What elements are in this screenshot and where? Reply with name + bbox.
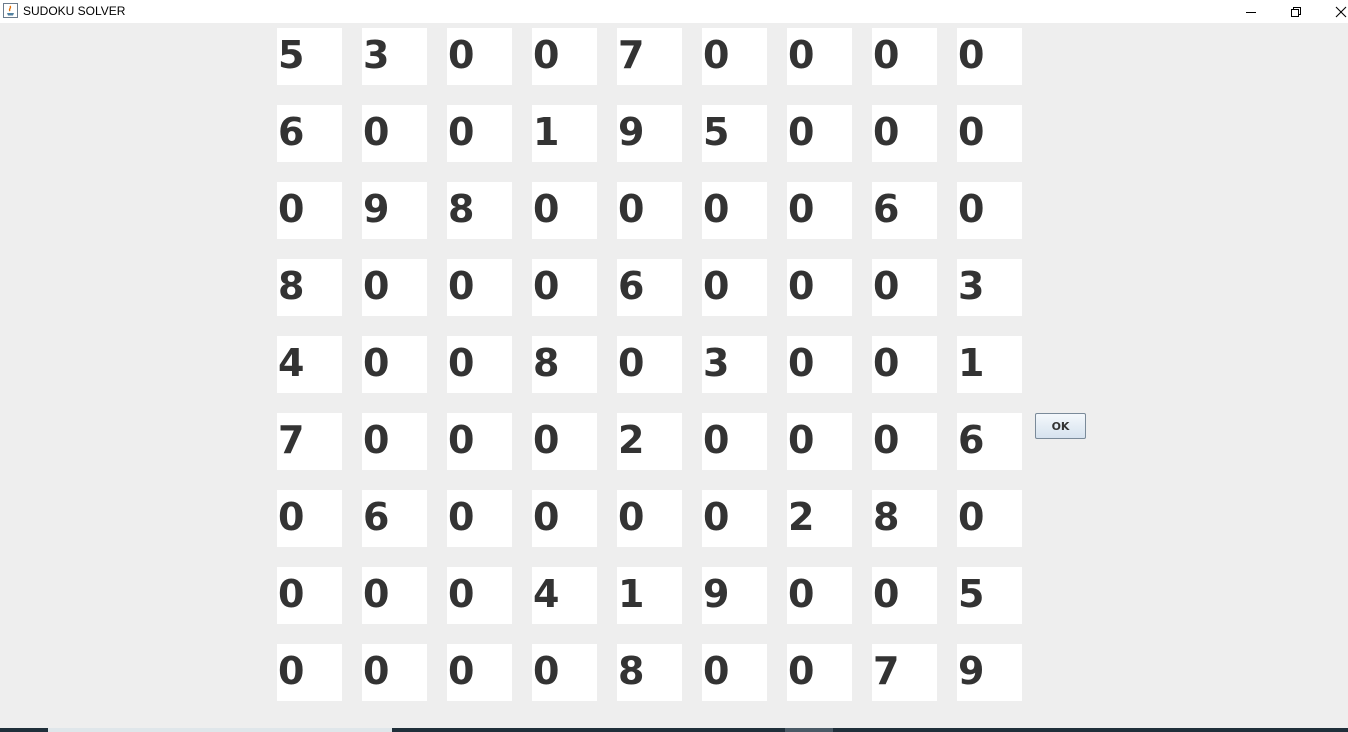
sudoku-cell-r2-c5[interactable]: 9	[617, 105, 682, 162]
sudoku-cell-r8-c3[interactable]: 0	[447, 567, 512, 624]
sudoku-cell-r4-c2[interactable]: 0	[362, 259, 427, 316]
sudoku-cell-r1-c3[interactable]: 0	[447, 28, 512, 85]
sudoku-cell-r5-c1[interactable]: 4	[277, 336, 342, 393]
sudoku-cell-r8-c9[interactable]: 5	[957, 567, 1022, 624]
sudoku-cell-r2-c3[interactable]: 0	[447, 105, 512, 162]
sudoku-cell-r7-c4[interactable]: 0	[532, 490, 597, 547]
sudoku-cell-r8-c8[interactable]: 0	[872, 567, 937, 624]
sudoku-cell-r9-c7[interactable]: 0	[787, 644, 852, 701]
sudoku-cell-r5-c3[interactable]: 0	[447, 336, 512, 393]
sudoku-cell-r8-c7[interactable]: 0	[787, 567, 852, 624]
sudoku-cell-r1-c4[interactable]: 0	[532, 28, 597, 85]
sudoku-cell-r7-c2[interactable]: 6	[362, 490, 427, 547]
sudoku-cell-r7-c9[interactable]: 0	[957, 490, 1022, 547]
restore-button[interactable]	[1273, 0, 1318, 23]
sudoku-cell-r2-c9[interactable]: 0	[957, 105, 1022, 162]
sudoku-cell-r6-c2[interactable]: 0	[362, 413, 427, 470]
sudoku-cell-r1-c5[interactable]: 7	[617, 28, 682, 85]
sudoku-cell-r7-c7[interactable]: 2	[787, 490, 852, 547]
sudoku-cell-r6-c3[interactable]: 0	[447, 413, 512, 470]
sudoku-cell-r3-c8[interactable]: 6	[872, 182, 937, 239]
sudoku-cell-r8-c5[interactable]: 1	[617, 567, 682, 624]
sudoku-cell-r3-c7[interactable]: 0	[787, 182, 852, 239]
sudoku-cell-r9-c5[interactable]: 8	[617, 644, 682, 701]
sudoku-cell-r5-c9[interactable]: 1	[957, 336, 1022, 393]
restore-icon	[1290, 6, 1301, 17]
sudoku-cell-r4-c1[interactable]: 8	[277, 259, 342, 316]
sudoku-cell-r3-c3[interactable]: 8	[447, 182, 512, 239]
java-app-icon	[3, 3, 18, 18]
sudoku-cell-r5-c5[interactable]: 0	[617, 336, 682, 393]
sudoku-cell-r3-c4[interactable]: 0	[532, 182, 597, 239]
sudoku-cell-r4-c5[interactable]: 6	[617, 259, 682, 316]
sudoku-cell-r3-c2[interactable]: 9	[362, 182, 427, 239]
taskbar-active-app[interactable]	[785, 728, 833, 732]
sudoku-cell-r5-c8[interactable]: 0	[872, 336, 937, 393]
sudoku-cell-r4-c7[interactable]: 0	[787, 259, 852, 316]
sudoku-cell-r4-c4[interactable]: 0	[532, 259, 597, 316]
sudoku-cell-r7-c3[interactable]: 0	[447, 490, 512, 547]
sudoku-cell-r9-c4[interactable]: 0	[532, 644, 597, 701]
sudoku-cell-r2-c8[interactable]: 0	[872, 105, 937, 162]
sudoku-cell-r6-c4[interactable]: 0	[532, 413, 597, 470]
window-title: SUDOKU SOLVER	[23, 4, 126, 18]
sudoku-cell-r4-c9[interactable]: 3	[957, 259, 1022, 316]
sudoku-cell-r1-c6[interactable]: 0	[702, 28, 767, 85]
minimize-button[interactable]	[1228, 0, 1273, 23]
sudoku-cell-r1-c2[interactable]: 3	[362, 28, 427, 85]
sudoku-cell-r5-c4[interactable]: 8	[532, 336, 597, 393]
sudoku-cell-r7-c1[interactable]: 0	[277, 490, 342, 547]
close-icon	[1335, 6, 1346, 17]
sudoku-cell-r6-c9[interactable]: 6	[957, 413, 1022, 470]
sudoku-cell-r8-c6[interactable]: 9	[702, 567, 767, 624]
title-bar: SUDOKU SOLVER	[0, 0, 1348, 23]
ok-button[interactable]: OK	[1035, 413, 1086, 439]
sudoku-cell-r7-c6[interactable]: 0	[702, 490, 767, 547]
close-button[interactable]	[1318, 0, 1348, 23]
sudoku-cell-r1-c1[interactable]: 5	[277, 28, 342, 85]
sudoku-cell-r6-c7[interactable]: 0	[787, 413, 852, 470]
sudoku-cell-r9-c1[interactable]: 0	[277, 644, 342, 701]
sudoku-cell-r6-c6[interactable]: 0	[702, 413, 767, 470]
sudoku-cell-r2-c7[interactable]: 0	[787, 105, 852, 162]
sudoku-cell-r8-c1[interactable]: 0	[277, 567, 342, 624]
sudoku-cell-r5-c2[interactable]: 0	[362, 336, 427, 393]
sudoku-cell-r1-c8[interactable]: 0	[872, 28, 937, 85]
sudoku-cell-r6-c8[interactable]: 0	[872, 413, 937, 470]
sudoku-cell-r9-c2[interactable]: 0	[362, 644, 427, 701]
sudoku-cell-r2-c1[interactable]: 6	[277, 105, 342, 162]
sudoku-cell-r1-c7[interactable]: 0	[787, 28, 852, 85]
sudoku-cell-r2-c4[interactable]: 1	[532, 105, 597, 162]
sudoku-cell-r5-c7[interactable]: 0	[787, 336, 852, 393]
sudoku-cell-r7-c8[interactable]: 8	[872, 490, 937, 547]
sudoku-cell-r6-c1[interactable]: 7	[277, 413, 342, 470]
sudoku-cell-r9-c3[interactable]: 0	[447, 644, 512, 701]
sudoku-cell-r8-c4[interactable]: 4	[532, 567, 597, 624]
sudoku-cell-r4-c8[interactable]: 0	[872, 259, 937, 316]
sudoku-cell-r2-c6[interactable]: 5	[702, 105, 767, 162]
sudoku-cell-r6-c5[interactable]: 2	[617, 413, 682, 470]
window-content: 5300700006001950000980000608000600034008…	[0, 23, 1348, 728]
minimize-icon	[1245, 11, 1256, 13]
sudoku-cell-r4-c3[interactable]: 0	[447, 259, 512, 316]
taskbar-search-box[interactable]	[48, 728, 392, 732]
sudoku-cell-r9-c8[interactable]: 7	[872, 644, 937, 701]
sudoku-cell-r3-c6[interactable]: 0	[702, 182, 767, 239]
sudoku-cell-r3-c1[interactable]: 0	[277, 182, 342, 239]
sudoku-cell-r5-c6[interactable]: 3	[702, 336, 767, 393]
sudoku-cell-r3-c9[interactable]: 0	[957, 182, 1022, 239]
sudoku-cell-r4-c6[interactable]: 0	[702, 259, 767, 316]
sudoku-cell-r1-c9[interactable]: 0	[957, 28, 1022, 85]
sudoku-cell-r9-c6[interactable]: 0	[702, 644, 767, 701]
sudoku-cell-r3-c5[interactable]: 0	[617, 182, 682, 239]
sudoku-cell-r7-c5[interactable]: 0	[617, 490, 682, 547]
sudoku-cell-r2-c2[interactable]: 0	[362, 105, 427, 162]
sudoku-cell-r8-c2[interactable]: 0	[362, 567, 427, 624]
sudoku-cell-r9-c9[interactable]: 9	[957, 644, 1022, 701]
